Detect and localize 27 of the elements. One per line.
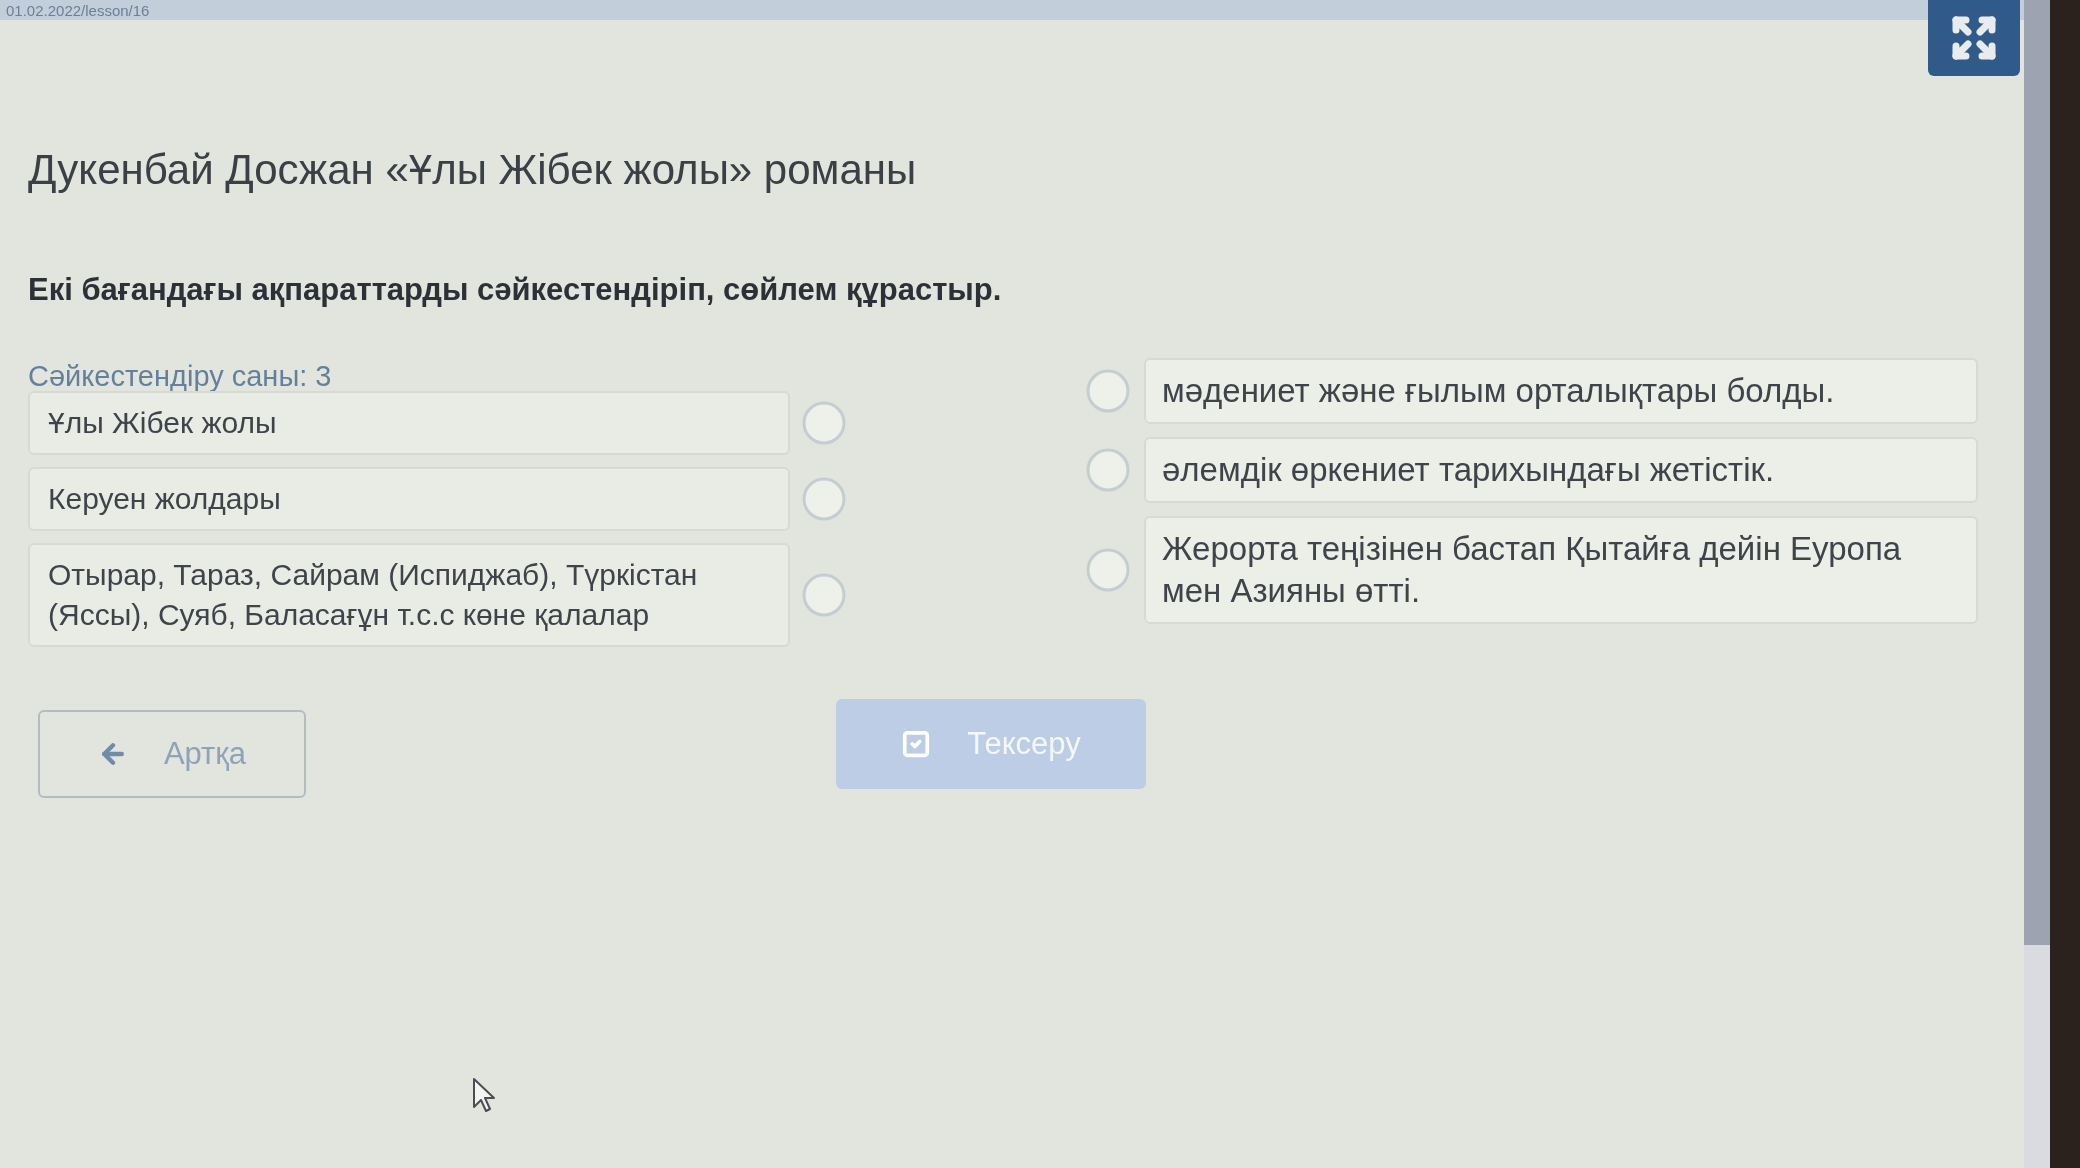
match-item-card[interactable]: мәдениет және ғылым орталықтары болды. (1144, 358, 1978, 424)
instruction-text: Екі бағандағы ақпараттарды сәйкестендіріп, сөйлем құрастыр. (28, 271, 1002, 309)
match-item-text: әлемдік өркениет тарихындағы жетістік. (1162, 450, 1775, 490)
match-item-text: Жерорта теңізінен бастап Қытайға дейін Еуропа мен Азияны өтті. (1162, 529, 1903, 611)
match-item-card[interactable]: әлемдік өркениет тарихындағы жетістік. (1144, 437, 1978, 503)
match-count-text: Сәйкестендіру саны: 3 (28, 361, 332, 391)
match-item-card[interactable]: Керуен жолдары (28, 467, 790, 531)
connector-circle-icon[interactable] (802, 573, 846, 617)
url-text: 01.02.2022/lesson/16 (6, 2, 150, 18)
lesson-title: Дукенбай Досжан «Ұлы Жібек жолы» романы (28, 145, 917, 195)
connector-circle-icon[interactable] (1086, 448, 1130, 492)
connector-circle-icon[interactable] (802, 401, 846, 445)
connector-circle-icon[interactable] (1086, 369, 1130, 413)
match-item-card[interactable]: Ұлы Жібек жолы (28, 391, 790, 455)
mouse-pointer-icon (472, 1077, 496, 1113)
scrollbar-thumb[interactable] (2024, 0, 2050, 945)
match-item-text: Отырар, Тараз, Сайрам (Испиджаб), Түркістан (Яссы), Суяб, Баласағұн т.с.с көне қалалар (48, 557, 699, 633)
connector-circle-icon[interactable] (802, 477, 846, 521)
match-item-text: мәдениет және ғылым орталықтары болды. (1162, 371, 1835, 411)
expand-icon (1950, 14, 1998, 62)
expand-button[interactable] (1928, 0, 2020, 76)
connector-circle-icon[interactable] (1086, 548, 1130, 592)
match-item-text: Ұлы Жібек жолы (48, 405, 277, 441)
match-item-card[interactable]: Отырар, Тараз, Сайрам (Испиджаб), Түркістан (Яссы), Суяб, Баласағұн т.с.с көне қалалар (28, 543, 790, 647)
match-item-card[interactable]: Жерорта теңізінен бастап Қытайға дейін Еуропа мен Азияны өтті. (1144, 516, 1978, 624)
match-item-text: Керуен жолдары (48, 481, 281, 517)
checkbox-icon (901, 729, 932, 759)
